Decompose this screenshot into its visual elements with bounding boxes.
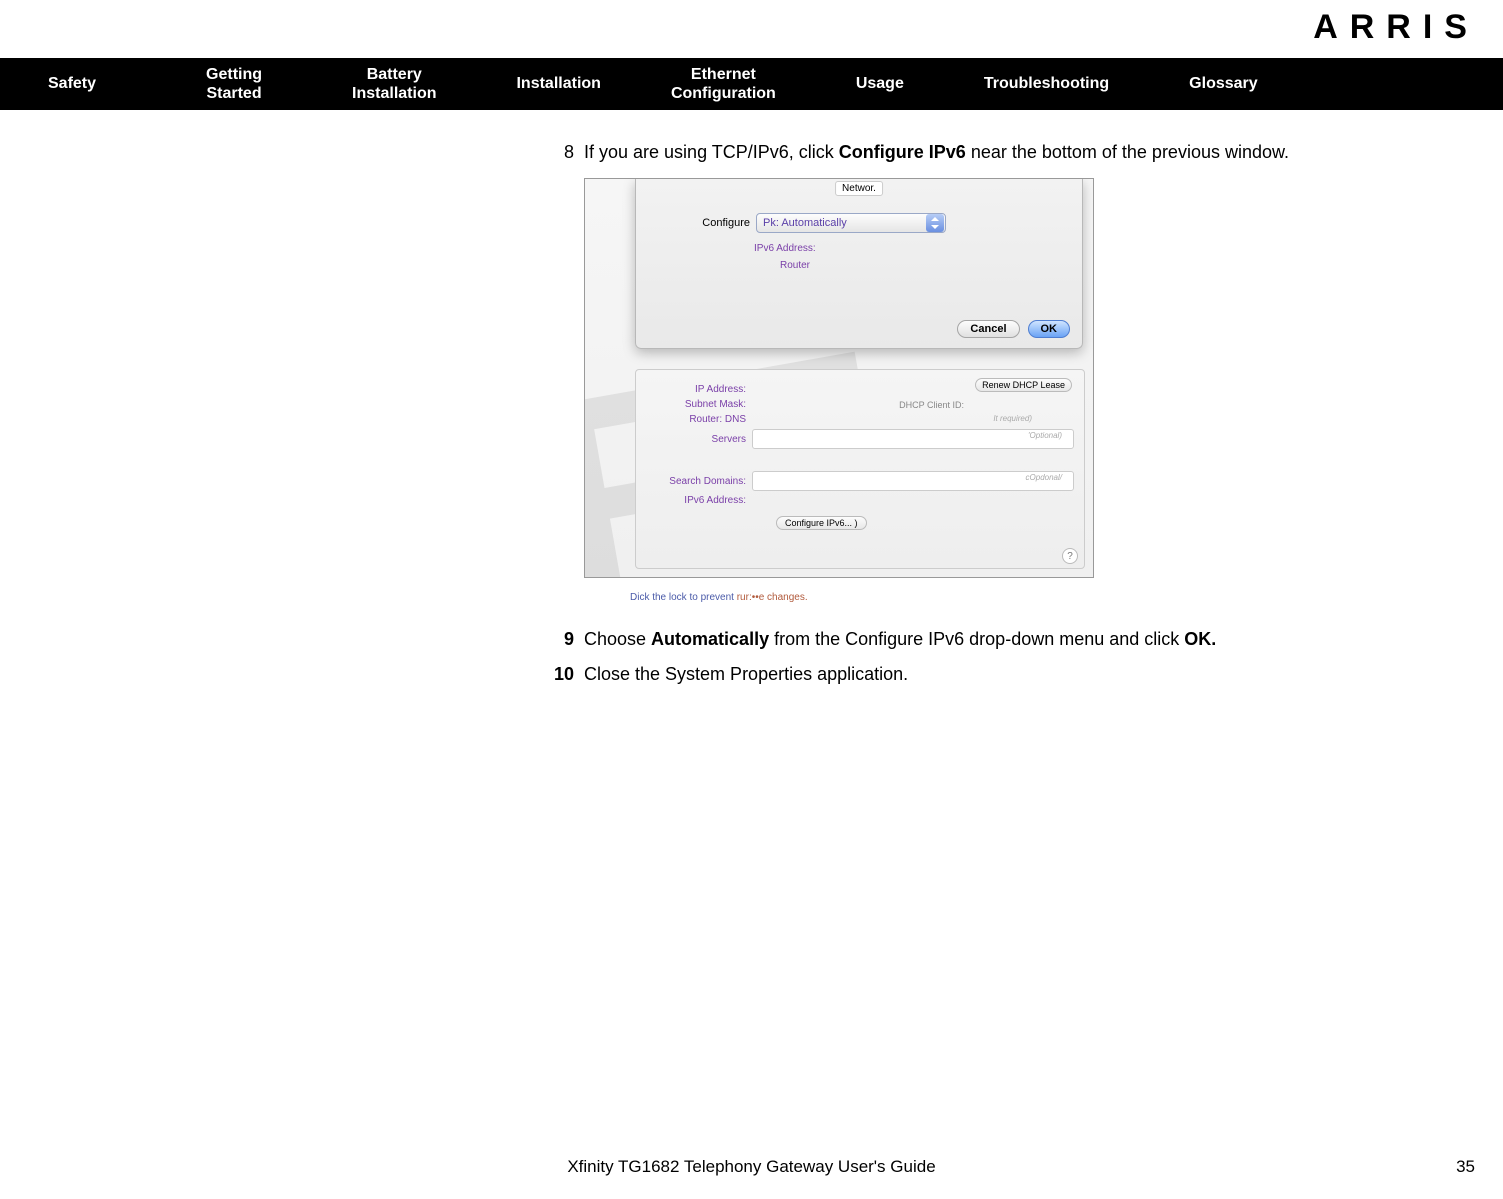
subnet-mask-label: Subnet Mask: [646,399,746,410]
configure-ipv6-select[interactable]: Pk: Automatically [756,213,946,233]
step-8: 8 If you are using TCP/IPv6, click Confi… [550,140,1480,164]
network-panel: Renew DHCP Lease DHCP Client ID: It requ… [635,369,1085,569]
lock-note-a: Dick the lock to prevent [630,592,737,603]
ipv6-address-label: IPv6 Address: [754,243,1068,254]
dhcp-client-id-label: DHCP Client ID: [899,400,964,410]
select-arrows-icon [926,214,944,232]
ok-button[interactable]: OK [1028,320,1071,338]
step-10: 10 Close the System Properties applicati… [550,662,1480,686]
lock-note-b: rur:••e changes. [737,592,808,603]
nav-ethernet-l1: Ethernet [671,65,776,84]
cancel-button[interactable]: Cancel [957,320,1019,338]
configure-ipv6-button[interactable]: Configure IPv6... ) [776,516,867,530]
nav-ethernet[interactable]: Ethernet Configuration [651,61,796,107]
configure-label: Configure [650,217,750,229]
step-8-number: 8 [550,140,574,164]
router-dns-label: Router: DNS [646,414,746,425]
step-10-number: 10 [550,662,574,686]
nav-glossary[interactable]: Glossary [1169,74,1277,93]
ipv6-sheet: Networ. Configure Pk: Automatically IPv6… [635,179,1083,349]
nav-getting-started-l2: Started [206,84,262,103]
step-9-number: 9 [550,627,574,651]
nav-installation[interactable]: Installation [496,74,620,93]
nav-battery-l2: Installation [352,84,436,103]
step-8-text-c: near the bottom of the previous window. [966,142,1289,162]
step-8-bold: Configure IPv6 [839,142,966,162]
step-9-text-c: from the Configure IPv6 drop-down menu a… [769,629,1184,649]
nav-battery[interactable]: Battery Installation [332,61,456,107]
nav-safety[interactable]: Safety [28,74,116,93]
footer-page-number: 35 [1456,1157,1475,1177]
servers-label: Servers [646,434,746,445]
configure-select-value: Pk: Automatically [763,217,847,229]
step-10-text: Close the System Properties application. [584,662,1480,686]
nav-ethernet-l2: Configuration [671,84,776,103]
search-domains-label: Search Domains: [646,476,746,487]
page-footer: Xfinity TG1682 Telephony Gateway User's … [0,1157,1503,1177]
nav-getting-started-l1: Getting [206,65,262,84]
lock-note: Dick the lock to prevent rur:••e changes… [630,592,1480,603]
step-8-text: If you are using TCP/IPv6, click Configu… [584,140,1480,164]
nav-battery-l1: Battery [352,65,436,84]
step-9: 9 Choose Automatically from the Configur… [550,627,1480,651]
dns-servers-field[interactable] [752,429,1074,449]
optional-hint-2: cOpdonal/ [1026,473,1062,482]
step-9-text: Choose Automatically from the Configure … [584,627,1480,651]
optional-hint-1: 'Optional) [1028,431,1062,440]
renew-dhcp-button[interactable]: Renew DHCP Lease [975,378,1072,392]
screenshot-figure: FT Networ. Configure Pk: Automatically I… [584,178,1094,578]
sheet-title: Networ. [835,181,883,196]
ipv6-address-label-2: IPv6 Address: [646,495,746,506]
ip-address-label: IP Address: [646,384,746,395]
help-icon[interactable]: ? [1062,548,1078,564]
nav-usage[interactable]: Usage [836,74,924,93]
top-nav: Safety Getting Started Battery Installat… [0,58,1503,110]
step-9-bold-2: OK. [1184,629,1216,649]
if-required-hint: It required) [993,414,1032,423]
page-content: 8 If you are using TCP/IPv6, click Confi… [550,140,1480,696]
step-8-text-a: If you are using TCP/IPv6, click [584,142,839,162]
step-9-text-a: Choose [584,629,651,649]
step-9-bold-1: Automatically [651,629,769,649]
nav-getting-started[interactable]: Getting Started [186,61,282,107]
brand-logo: ARRIS [1313,8,1479,47]
router-label: Router [780,260,1068,271]
footer-title: Xfinity TG1682 Telephony Gateway User's … [567,1157,935,1177]
nav-troubleshooting[interactable]: Troubleshooting [964,74,1129,93]
